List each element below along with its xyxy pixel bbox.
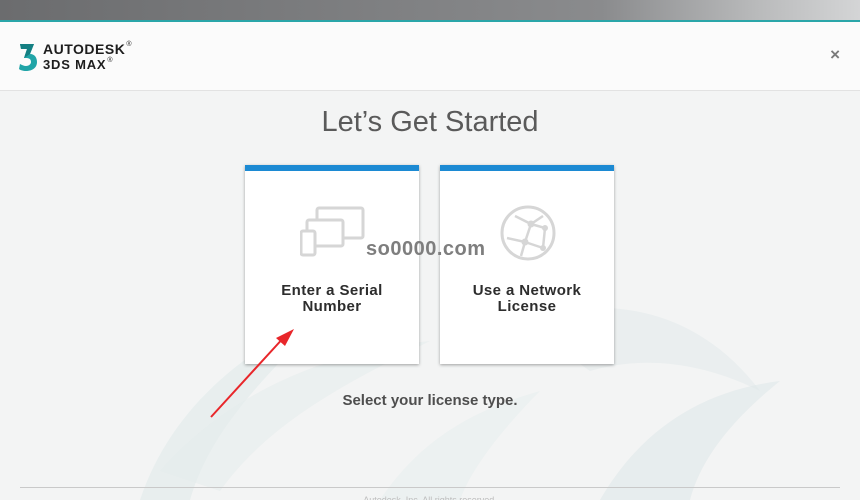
header: AUTODESK® 3DS MAX® × — [0, 22, 860, 91]
network-globe-icon — [500, 205, 556, 261]
network-option-label: Use a Network License — [472, 282, 582, 315]
brand-autodesk: AUTODESK® — [43, 41, 132, 57]
page-title: Let’s Get Started — [321, 106, 539, 138]
license-type-prompt: Select your license type. — [342, 392, 518, 409]
background-artwork — [140, 307, 780, 500]
autodesk-3dsmax-logo: AUTODESK® 3DS MAX® — [18, 41, 138, 76]
devices-icon — [300, 206, 365, 257]
footer-text: Autodesk, Inc. All rights reserved. — [363, 495, 497, 500]
footer-divider — [20, 487, 840, 488]
watermark-text: so0000.com — [366, 238, 486, 260]
brand-product: 3DS MAX® — [43, 57, 114, 72]
serial-option-label: Enter a Serial Number — [281, 282, 383, 315]
window-top-strip — [0, 0, 860, 22]
3dsmax-logo-icon — [19, 44, 37, 71]
close-button[interactable]: × — [830, 45, 840, 65]
network-license-option[interactable]: Use a Network License — [440, 165, 614, 364]
